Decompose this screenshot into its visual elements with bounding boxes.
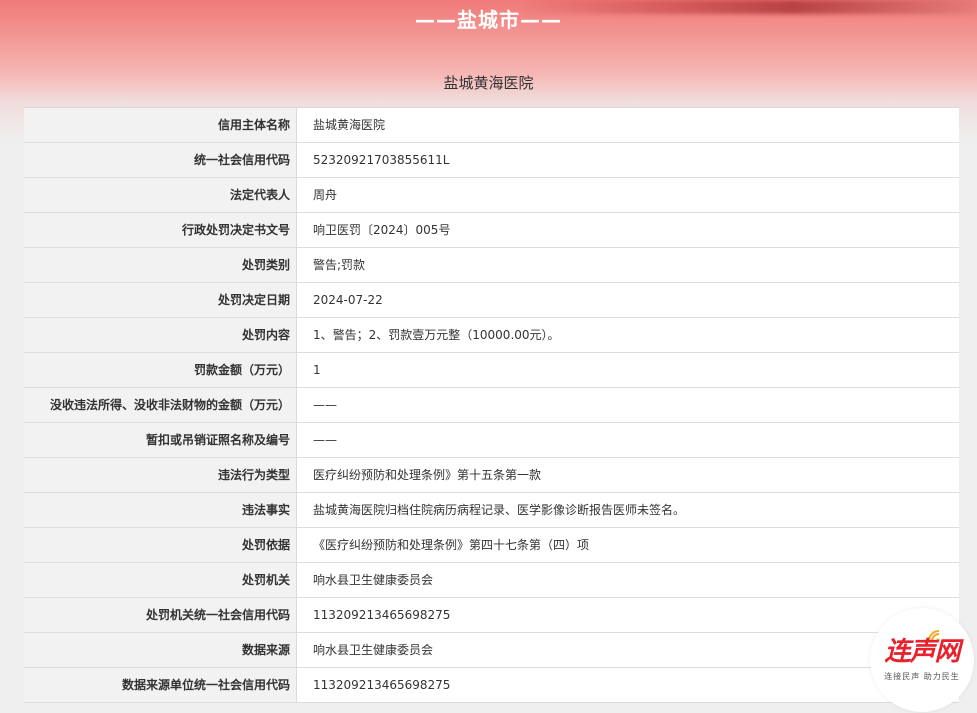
field-value: 响卫医罚〔2024〕005号 [313,223,451,237]
table-row: 统一社会信用代码 52320921703855611L [24,143,959,178]
field-label: 处罚决定日期 [24,283,297,317]
field-value: 警告;罚款 [313,258,366,272]
field-label: 暂扣或吊销证照名称及编号 [24,423,297,457]
penalty-info-table: 信用主体名称 盐城黄海医院 统一社会信用代码 52320921703855611… [24,107,959,703]
field-value: 响水县卫生健康委员会 [313,643,434,657]
table-row: 处罚类别 警告;罚款 [24,248,959,283]
table-row: 处罚机关 响水县卫生健康委员会 [24,563,959,598]
field-value: 响水县卫生健康委员会 [313,573,434,587]
field-label: 处罚依据 [24,528,297,562]
field-label: 统一社会信用代码 [24,143,297,177]
table-row: 暂扣或吊销证照名称及编号 —— [24,423,959,458]
table-row: 信用主体名称 盐城黄海医院 [24,108,959,143]
city-title: ——盐城市—— [415,8,562,32]
logo-wordmark: 连声网 [884,637,960,667]
organization-title: 盐城黄海医院 [443,74,534,92]
table-row: 处罚机关统一社会信用代码 113209213465698275 [24,598,959,633]
field-value: 113209213465698275 [313,608,451,622]
field-label: 行政处罚决定书文号 [24,213,297,247]
field-value: 1 [313,363,321,377]
field-label: 处罚类别 [24,248,297,282]
field-value: 52320921703855611L [313,153,450,167]
field-value: 周舟 [313,188,338,202]
field-label: 法定代表人 [24,178,297,212]
field-label: 处罚机关统一社会信用代码 [24,598,297,632]
field-value: 2024-07-22 [313,293,383,307]
table-row: 数据来源 响水县卫生健康委员会 [24,633,959,668]
table-row: 法定代表人 周舟 [24,178,959,213]
table-row: 数据来源单位统一社会信用代码 113209213465698275 [24,668,959,703]
table-row: 处罚决定日期 2024-07-22 [24,283,959,318]
field-value: 医疗纠纷预防和处理条例》第十五条第一款 [313,468,542,482]
table-row: 处罚内容 1、警告；2、罚款壹万元整（10000.00元）。 [24,318,959,353]
table-row: 处罚依据 《医疗纠纷预防和处理条例》第四十七条第（四）项 [24,528,959,563]
table-row: 违法行为类型 医疗纠纷预防和处理条例》第十五条第一款 [24,458,959,493]
site-watermark-logo: 连声网 连接民声 助力民生 [870,608,974,712]
field-label: 数据来源单位统一社会信用代码 [24,668,297,702]
table-row: 行政处罚决定书文号 响卫医罚〔2024〕005号 [24,213,959,248]
field-label: 数据来源 [24,633,297,667]
field-value: 1、警告；2、罚款壹万元整（10000.00元）。 [313,328,560,342]
field-value: —— [313,433,337,447]
field-label: 没收违法所得、没收非法财物的金额（万元） [24,388,297,422]
field-label: 罚款金额（万元） [24,353,297,387]
field-value: 113209213465698275 [313,678,451,692]
logo-slogan: 连接民声 助力民生 [884,672,960,681]
field-value: —— [313,398,337,412]
field-label: 处罚内容 [24,318,297,352]
field-label: 违法事实 [24,493,297,527]
table-row: 没收违法所得、没收非法财物的金额（万元） —— [24,388,959,423]
field-value: 《医疗纠纷预防和处理条例》第四十七条第（四）项 [313,538,590,552]
field-label: 信用主体名称 [24,108,297,142]
table-row: 罚款金额（万元） 1 [24,353,959,388]
field-value: 盐城黄海医院归档住院病历病程记录、医学影像诊断报告医师未签名。 [313,503,686,517]
field-label: 处罚机关 [24,563,297,597]
table-row: 违法事实 盐城黄海医院归档住院病历病程记录、医学影像诊断报告医师未签名。 [24,493,959,528]
field-value: 盐城黄海医院 [313,118,386,132]
field-label: 违法行为类型 [24,458,297,492]
